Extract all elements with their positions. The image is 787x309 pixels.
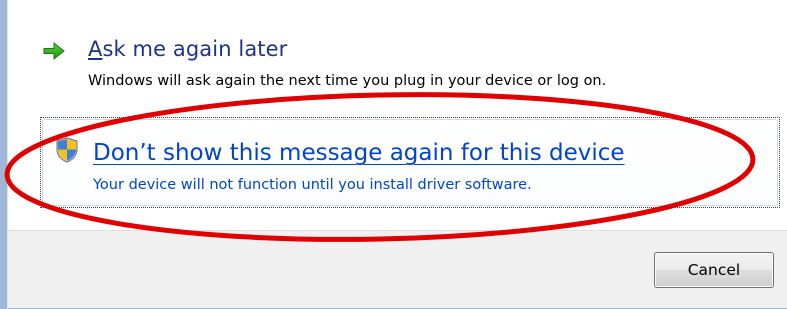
dialog-footer: Cancel	[8, 230, 787, 309]
dont-show-again-description: Your device will not function until you …	[93, 177, 532, 193]
ask-me-again-later-title[interactable]: Ask me again later	[88, 37, 287, 61]
ask-me-again-later-option[interactable]: Ask me again later Windows will ask agai…	[42, 33, 772, 103]
dont-show-again-option[interactable]: Don’t show this message again for this d…	[40, 117, 780, 208]
dont-show-again-title[interactable]: Don’t show this message again for this d…	[93, 140, 625, 166]
title-rest: sk me again later	[102, 37, 288, 61]
driver-install-dialog: Ask me again later Windows will ask agai…	[0, 0, 787, 309]
ask-me-again-later-description: Windows will ask again the next time you…	[88, 73, 607, 89]
green-arrow-icon	[43, 41, 65, 61]
window-bottom-border	[8, 301, 787, 309]
dialog-content: Ask me again later Windows will ask agai…	[8, 0, 787, 230]
window-left-border	[0, 0, 8, 309]
title-accelerator-key: A	[88, 37, 103, 61]
cancel-button[interactable]: Cancel	[654, 252, 774, 288]
uac-shield-icon	[56, 137, 78, 163]
